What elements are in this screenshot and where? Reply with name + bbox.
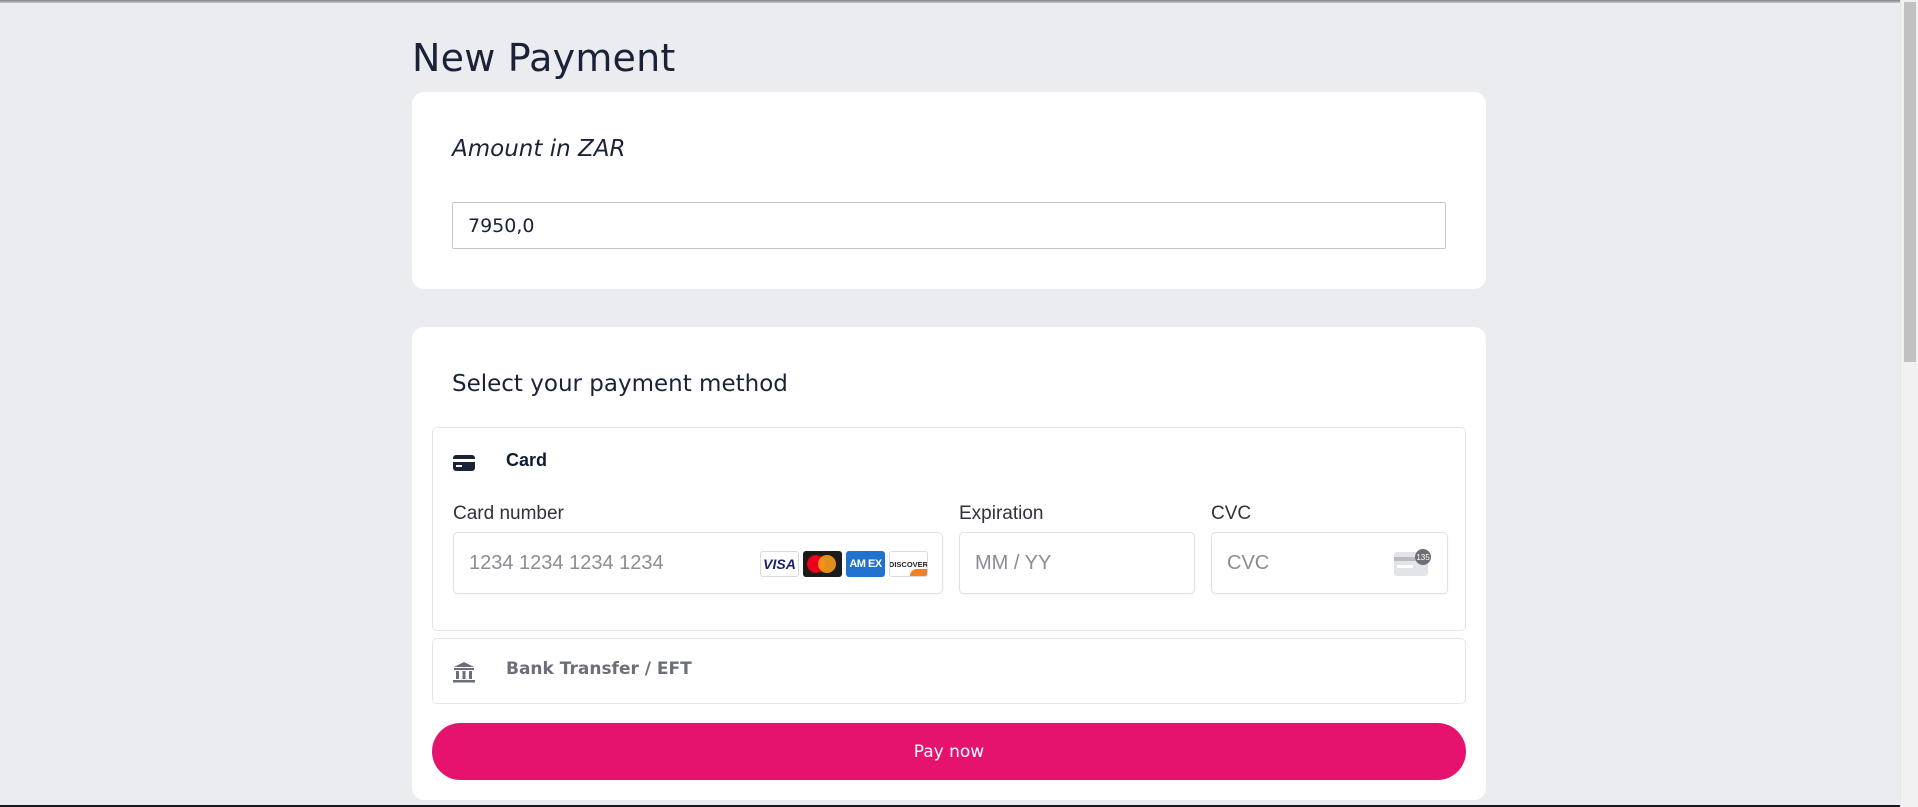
card-method-option[interactable]: Card Card number VISA AM EX DISCOVER Exp… [432,427,1466,631]
mastercard-icon [803,551,842,577]
page-title: New Payment [412,36,676,80]
cvc-field[interactable]: 135 [1211,532,1448,594]
cvc-icon: 135 [1394,549,1431,576]
cvc-label: CVC [1211,503,1252,524]
scrollbar[interactable] [1900,0,1918,807]
amex-icon: AM EX [846,551,885,577]
discover-icon: DISCOVER [889,551,928,577]
card-number-label: Card number [453,503,564,524]
amount-input[interactable] [452,202,1446,249]
cvc-input[interactable] [1227,533,1377,593]
payment-method-heading: Select your payment method [452,371,788,397]
bank-transfer-label: Bank Transfer / EFT [506,659,692,679]
card-number-input[interactable] [469,533,749,593]
card-number-field[interactable]: VISA AM EX DISCOVER [453,532,943,594]
expiration-label: Expiration [959,503,1044,524]
bank-transfer-option[interactable]: Bank Transfer / EFT [432,638,1466,704]
bank-icon [453,662,475,683]
discover-text: DISCOVER [889,559,928,569]
cvc-hint-text: 135 [1416,553,1430,562]
card-method-label: Card [506,450,548,470]
visa-icon: VISA [760,551,799,577]
credit-card-icon [453,455,475,471]
card-brands: VISA AM EX DISCOVER [760,551,928,577]
expiration-input[interactable] [975,533,1175,593]
amount-label: Amount in ZAR [452,136,626,162]
pay-now-button[interactable]: Pay now [432,723,1466,780]
top-shadow [0,0,1900,3]
expiration-field[interactable] [959,532,1195,594]
payment-method-card: Select your payment method Card Card num… [412,327,1486,800]
scrollbar-thumb[interactable] [1904,2,1916,362]
amount-card: Amount in ZAR [412,92,1486,289]
